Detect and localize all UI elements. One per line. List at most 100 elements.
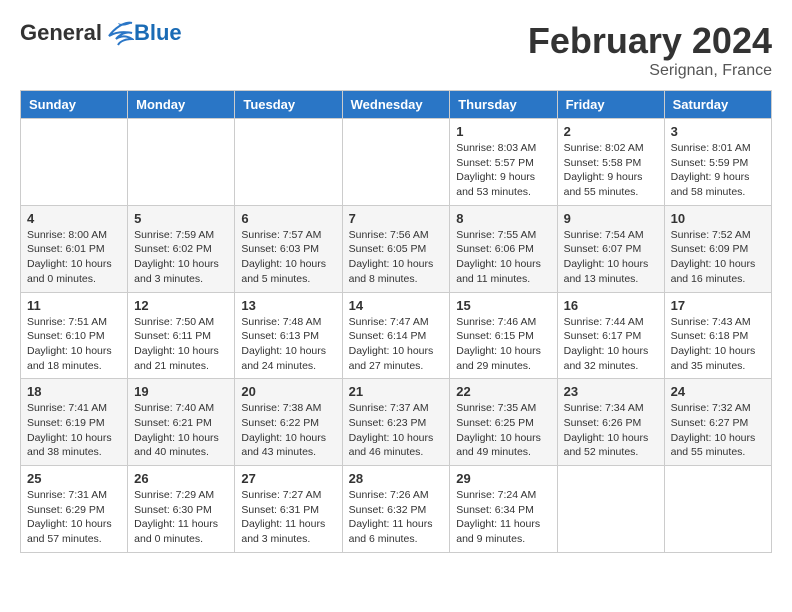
calendar-cell: 14 Sunrise: 7:47 AM Sunset: 6:14 PM Dayli… — [342, 292, 450, 379]
day-number: 18 — [27, 384, 121, 399]
calendar-cell: 13 Sunrise: 7:48 AM Sunset: 6:13 PM Dayli… — [235, 292, 342, 379]
calendar-day-header: Saturday — [664, 91, 771, 119]
day-info: Sunrise: 7:31 AM Sunset: 6:29 PM Dayligh… — [27, 488, 121, 547]
calendar-cell: 22 Sunrise: 7:35 AM Sunset: 6:25 PM Dayli… — [450, 379, 557, 466]
day-info: Sunrise: 7:34 AM Sunset: 6:26 PM Dayligh… — [564, 401, 658, 460]
day-number: 24 — [671, 384, 765, 399]
day-number: 29 — [456, 471, 550, 486]
calendar-day-header: Sunday — [21, 91, 128, 119]
title-section: February 2024 Serignan, France — [528, 20, 772, 80]
calendar-cell: 18 Sunrise: 7:41 AM Sunset: 6:19 PM Dayli… — [21, 379, 128, 466]
day-number: 17 — [671, 298, 765, 313]
calendar-cell: 1 Sunrise: 8:03 AM Sunset: 5:57 PM Daylig… — [450, 119, 557, 206]
calendar-cell: 27Sunrise: 7:27 AM Sunset: 6:31 PM Dayli… — [235, 466, 342, 553]
page-header: General Blue February 2024 Serignan, Fra… — [20, 20, 772, 80]
day-number: 12 — [134, 298, 228, 313]
day-info: Sunrise: 8:02 AM Sunset: 5:58 PM Dayligh… — [564, 141, 658, 200]
calendar-cell: 8 Sunrise: 7:55 AM Sunset: 6:06 PM Daylig… — [450, 205, 557, 292]
day-number: 1 — [456, 124, 550, 139]
calendar-cell: 6Sunrise: 7:57 AM Sunset: 6:03 PM Daylig… — [235, 205, 342, 292]
month-title: February 2024 — [528, 20, 772, 62]
calendar-cell: 3 Sunrise: 8:01 AM Sunset: 5:59 PM Daylig… — [664, 119, 771, 206]
day-info: Sunrise: 7:37 AM Sunset: 6:23 PM Dayligh… — [349, 401, 444, 460]
calendar-week-row: 25 Sunrise: 7:31 AM Sunset: 6:29 PM Dayli… — [21, 466, 772, 553]
day-number: 3 — [671, 124, 765, 139]
day-number: 4 — [27, 211, 121, 226]
logo: General Blue — [20, 20, 182, 46]
day-info: Sunrise: 7:48 AM Sunset: 6:13 PM Dayligh… — [241, 315, 335, 374]
calendar-cell: 21 Sunrise: 7:37 AM Sunset: 6:23 PM Dayli… — [342, 379, 450, 466]
calendar-cell: 4 Sunrise: 8:00 AM Sunset: 6:01 PM Daylig… — [21, 205, 128, 292]
calendar-day-header: Tuesday — [235, 91, 342, 119]
day-info: Sunrise: 7:55 AM Sunset: 6:06 PM Dayligh… — [456, 228, 550, 287]
calendar-week-row: 18 Sunrise: 7:41 AM Sunset: 6:19 PM Dayli… — [21, 379, 772, 466]
logo-general-text: General — [20, 20, 102, 46]
calendar-cell — [128, 119, 235, 206]
calendar-week-row: 4 Sunrise: 8:00 AM Sunset: 6:01 PM Daylig… — [21, 205, 772, 292]
day-info: Sunrise: 7:46 AM Sunset: 6:15 PM Dayligh… — [456, 315, 550, 374]
day-info: Sunrise: 7:26 AM Sunset: 6:32 PM Dayligh… — [349, 488, 444, 547]
calendar-day-header: Wednesday — [342, 91, 450, 119]
day-number: 2 — [564, 124, 658, 139]
calendar-cell: 5 Sunrise: 7:59 AM Sunset: 6:02 PM Daylig… — [128, 205, 235, 292]
day-info: Sunrise: 7:43 AM Sunset: 6:18 PM Dayligh… — [671, 315, 765, 374]
calendar-cell: 23Sunrise: 7:34 AM Sunset: 6:26 PM Dayli… — [557, 379, 664, 466]
calendar-cell: 11 Sunrise: 7:51 AM Sunset: 6:10 PM Dayli… — [21, 292, 128, 379]
calendar-day-header: Monday — [128, 91, 235, 119]
day-info: Sunrise: 7:40 AM Sunset: 6:21 PM Dayligh… — [134, 401, 228, 460]
day-info: Sunrise: 7:44 AM Sunset: 6:17 PM Dayligh… — [564, 315, 658, 374]
day-number: 15 — [456, 298, 550, 313]
day-number: 10 — [671, 211, 765, 226]
day-info: Sunrise: 7:56 AM Sunset: 6:05 PM Dayligh… — [349, 228, 444, 287]
day-number: 26 — [134, 471, 228, 486]
calendar-cell — [235, 119, 342, 206]
day-info: Sunrise: 8:03 AM Sunset: 5:57 PM Dayligh… — [456, 141, 550, 200]
calendar-cell — [664, 466, 771, 553]
calendar-cell: 9 Sunrise: 7:54 AM Sunset: 6:07 PM Daylig… — [557, 205, 664, 292]
day-info: Sunrise: 8:00 AM Sunset: 6:01 PM Dayligh… — [27, 228, 121, 287]
day-info: Sunrise: 7:59 AM Sunset: 6:02 PM Dayligh… — [134, 228, 228, 287]
day-info: Sunrise: 7:54 AM Sunset: 6:07 PM Dayligh… — [564, 228, 658, 287]
day-number: 8 — [456, 211, 550, 226]
day-info: Sunrise: 7:51 AM Sunset: 6:10 PM Dayligh… — [27, 315, 121, 374]
day-number: 7 — [349, 211, 444, 226]
day-info: Sunrise: 7:50 AM Sunset: 6:11 PM Dayligh… — [134, 315, 228, 374]
calendar-cell — [21, 119, 128, 206]
calendar-cell — [342, 119, 450, 206]
logo-bird-icon — [104, 21, 134, 46]
day-info: Sunrise: 7:38 AM Sunset: 6:22 PM Dayligh… — [241, 401, 335, 460]
logo-blue-text: Blue — [134, 20, 182, 46]
day-number: 16 — [564, 298, 658, 313]
calendar-week-row: 1 Sunrise: 8:03 AM Sunset: 5:57 PM Daylig… — [21, 119, 772, 206]
day-number: 5 — [134, 211, 228, 226]
day-number: 9 — [564, 211, 658, 226]
calendar-cell: 12 Sunrise: 7:50 AM Sunset: 6:11 PM Dayli… — [128, 292, 235, 379]
calendar-cell: 7 Sunrise: 7:56 AM Sunset: 6:05 PM Daylig… — [342, 205, 450, 292]
day-number: 11 — [27, 298, 121, 313]
day-number: 28 — [349, 471, 444, 486]
day-info: Sunrise: 7:47 AM Sunset: 6:14 PM Dayligh… — [349, 315, 444, 374]
day-info: Sunrise: 7:41 AM Sunset: 6:19 PM Dayligh… — [27, 401, 121, 460]
calendar-day-header: Friday — [557, 91, 664, 119]
calendar-cell: 2 Sunrise: 8:02 AM Sunset: 5:58 PM Daylig… — [557, 119, 664, 206]
calendar-cell: 20Sunrise: 7:38 AM Sunset: 6:22 PM Dayli… — [235, 379, 342, 466]
calendar-cell: 10Sunrise: 7:52 AM Sunset: 6:09 PM Dayli… — [664, 205, 771, 292]
day-info: Sunrise: 7:57 AM Sunset: 6:03 PM Dayligh… — [241, 228, 335, 287]
calendar-cell: 29 Sunrise: 7:24 AM Sunset: 6:34 PM Dayli… — [450, 466, 557, 553]
day-info: Sunrise: 7:29 AM Sunset: 6:30 PM Dayligh… — [134, 488, 228, 547]
day-number: 14 — [349, 298, 444, 313]
calendar-cell: 19Sunrise: 7:40 AM Sunset: 6:21 PM Dayli… — [128, 379, 235, 466]
calendar-header-row: SundayMondayTuesdayWednesdayThursdayFrid… — [21, 91, 772, 119]
calendar-cell: 15 Sunrise: 7:46 AM Sunset: 6:15 PM Dayli… — [450, 292, 557, 379]
day-number: 21 — [349, 384, 444, 399]
day-number: 25 — [27, 471, 121, 486]
calendar-day-header: Thursday — [450, 91, 557, 119]
day-info: Sunrise: 7:35 AM Sunset: 6:25 PM Dayligh… — [456, 401, 550, 460]
calendar-cell: 24Sunrise: 7:32 AM Sunset: 6:27 PM Dayli… — [664, 379, 771, 466]
day-info: Sunrise: 7:24 AM Sunset: 6:34 PM Dayligh… — [456, 488, 550, 547]
day-number: 27 — [241, 471, 335, 486]
day-number: 13 — [241, 298, 335, 313]
calendar-cell: 16 Sunrise: 7:44 AM Sunset: 6:17 PM Dayli… — [557, 292, 664, 379]
day-info: Sunrise: 8:01 AM Sunset: 5:59 PM Dayligh… — [671, 141, 765, 200]
day-number: 22 — [456, 384, 550, 399]
